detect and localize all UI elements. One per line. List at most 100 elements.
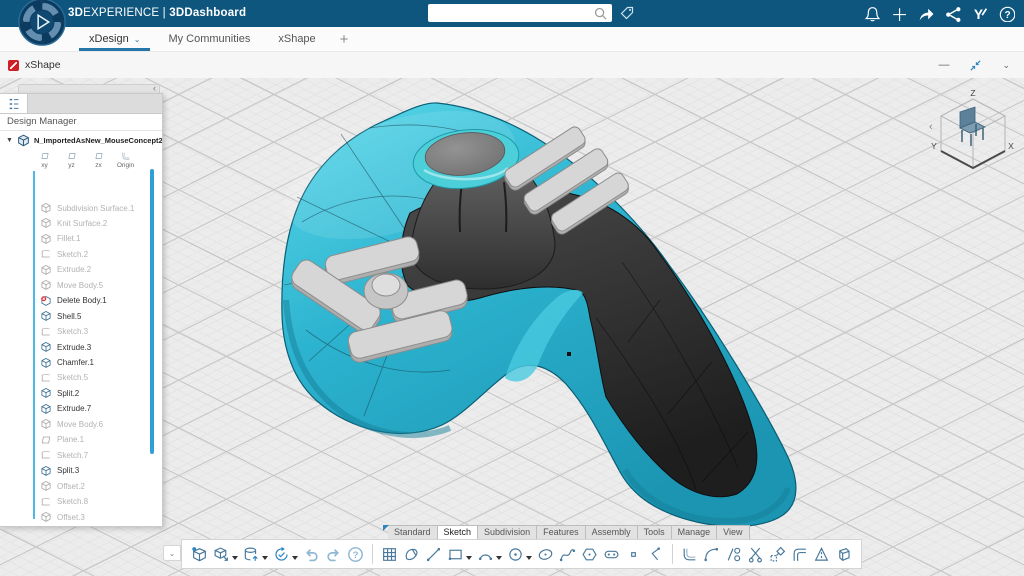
add-content-button[interactable]	[888, 4, 908, 24]
tree-item-split[interactable]: Split.2	[40, 386, 79, 400]
tree-item-extrude[interactable]: Extrude.3	[40, 340, 91, 354]
line-button[interactable]	[423, 543, 444, 565]
tree-item-sketch[interactable]: Sketch.3	[40, 325, 88, 339]
plane-icon	[40, 151, 50, 161]
axis-z-label[interactable]: Z	[970, 88, 975, 98]
update-button[interactable]	[271, 543, 292, 565]
tree-item-offset[interactable]: Offset.3	[40, 510, 85, 524]
mirror-button[interactable]	[811, 543, 832, 565]
search-input[interactable]	[428, 4, 612, 22]
tree-root-node[interactable]: ▼ N_ImportedAsNew_MouseConcept2	[0, 134, 162, 147]
tag-button[interactable]	[618, 4, 636, 22]
tab-xdesign[interactable]: xDesign⌄	[75, 27, 154, 51]
axis-y-label[interactable]: Y	[931, 141, 937, 151]
plus-icon	[890, 5, 907, 22]
axis-x-label[interactable]: X	[1008, 141, 1014, 151]
profiles-button[interactable]	[723, 543, 744, 565]
workbench-tab-assembly[interactable]: Assembly	[586, 525, 638, 540]
spline-button[interactable]	[557, 543, 578, 565]
minimize-button[interactable]: —	[938, 59, 949, 71]
redo-button[interactable]	[323, 543, 344, 565]
swym-feed-button[interactable]: Y	[969, 4, 989, 24]
help-button[interactable]: ?	[345, 543, 366, 565]
tab-xshape[interactable]: xShape	[264, 27, 329, 51]
mini-knob[interactable]	[364, 273, 408, 309]
workbench-tab-tools[interactable]: Tools	[638, 525, 672, 540]
tree-item-move-body[interactable]: Move Body.5	[40, 278, 103, 292]
restore-button[interactable]	[969, 59, 982, 72]
tree-item-sketch[interactable]: Sketch.8	[40, 495, 88, 509]
tree-item-shell[interactable]: Shell.5	[40, 309, 81, 323]
tree-item-subdivision-surface[interactable]: Subdivision Surface.1	[40, 201, 134, 215]
tab-design-manager[interactable]	[0, 94, 28, 113]
trim-button[interactable]	[745, 543, 766, 565]
extrude-icon	[40, 403, 52, 415]
compass-logo[interactable]	[17, 0, 67, 47]
tree-item-extrude[interactable]: Extrude.2	[40, 263, 91, 277]
open-button[interactable]	[211, 543, 232, 565]
viewcube-prev-arrow[interactable]: ‹	[929, 121, 933, 133]
slot-button[interactable]	[601, 543, 622, 565]
tree-item-knit-surface[interactable]: Knit Surface.2	[40, 216, 107, 230]
notifications-button[interactable]	[861, 4, 881, 24]
point-button[interactable]	[623, 543, 644, 565]
fillet-arc-button[interactable]	[701, 543, 722, 565]
polygon-button[interactable]	[579, 543, 600, 565]
dropdown-caret-icon[interactable]	[232, 556, 238, 560]
dropdown-caret-icon[interactable]	[262, 556, 268, 560]
workbench-tab-standard[interactable]: Standard	[388, 525, 438, 540]
plane-item-xy[interactable]: xy	[34, 151, 55, 169]
ellipse-button[interactable]	[535, 543, 556, 565]
sketch-grid-button[interactable]	[379, 543, 400, 565]
workbench-tab-subdivision[interactable]: Subdivision	[478, 525, 537, 540]
offset-curve-button[interactable]	[789, 543, 810, 565]
help-button[interactable]: ?	[996, 4, 1016, 24]
tree-item-offset[interactable]: Offset.2	[40, 479, 85, 493]
tree-item-sketch[interactable]: Sketch.5	[40, 371, 88, 385]
exit-sketch-button[interactable]	[833, 543, 854, 565]
panel-collapse-icon[interactable]: ‹	[153, 83, 156, 93]
tree-item-sketch[interactable]: Sketch.2	[40, 247, 88, 261]
circle-button[interactable]	[505, 543, 526, 565]
collapse-button[interactable]: ⌄	[1002, 60, 1010, 71]
corner-button[interactable]	[679, 543, 700, 565]
plane-item-zx[interactable]: zx	[88, 151, 109, 169]
polyline-button[interactable]	[645, 543, 666, 565]
tree-item-plane[interactable]: Plane.1	[40, 433, 84, 447]
dock-collapse-button[interactable]: ⌄	[163, 545, 181, 561]
arc-button[interactable]	[475, 543, 496, 565]
quick-constraint-button[interactable]	[767, 543, 788, 565]
sketch-on-surface-button[interactable]	[401, 543, 422, 565]
dropdown-caret-icon[interactable]	[526, 556, 532, 560]
tree-item-chamfer[interactable]: Chamfer.1	[40, 356, 94, 370]
add-tab-button[interactable]: +	[330, 27, 359, 51]
slot-icon	[603, 546, 620, 563]
workbench-tab-view[interactable]: View	[717, 525, 749, 540]
expand-arrow-icon[interactable]: ▼	[6, 137, 13, 144]
dropdown-caret-icon[interactable]	[466, 556, 472, 560]
plane-item-origin[interactable]: Origin	[115, 151, 136, 169]
tree-item-delete-body[interactable]: Delete Body.1	[40, 294, 107, 308]
tree-item-fillet[interactable]: Fillet.1	[40, 232, 81, 246]
workbench-tab-features[interactable]: Features	[537, 525, 586, 540]
undo-button[interactable]	[301, 543, 322, 565]
rectangle-button[interactable]	[445, 543, 466, 565]
plane-item-yz[interactable]: yz	[61, 151, 82, 169]
tree-item-sketch[interactable]: Sketch.7	[40, 448, 88, 462]
new-content-button[interactable]	[189, 543, 210, 565]
tab-my-communities[interactable]: My Communities	[154, 27, 264, 51]
ellipse-icon	[537, 546, 554, 563]
tree-item-extrude[interactable]: Extrude.7	[40, 402, 91, 416]
workbench-tab-sketch[interactable]: Sketch	[438, 525, 479, 540]
workbench-tab-manage[interactable]: Manage	[672, 525, 718, 540]
dropdown-caret-icon[interactable]	[292, 556, 298, 560]
tree-item-move-body[interactable]: Move Body.6	[40, 417, 103, 431]
panel-scrollbar[interactable]	[150, 169, 154, 454]
swym-share-button[interactable]	[942, 4, 962, 24]
save-button[interactable]	[241, 543, 262, 565]
dropdown-caret-icon[interactable]	[496, 556, 502, 560]
tree-item-split[interactable]: Split.3	[40, 464, 79, 478]
vertex-point[interactable]	[567, 352, 571, 356]
share-button[interactable]	[915, 4, 935, 24]
spline-icon	[559, 546, 576, 563]
